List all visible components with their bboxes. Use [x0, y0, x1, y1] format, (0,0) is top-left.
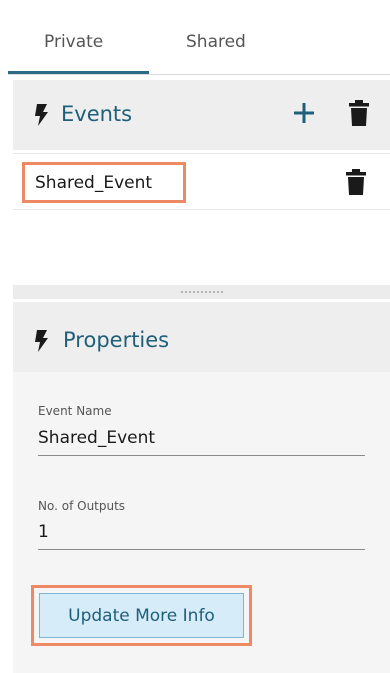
- outputs-underline: [38, 549, 365, 550]
- tab-shared[interactable]: Shared: [186, 32, 246, 52]
- trash-icon[interactable]: [349, 100, 369, 126]
- drag-handle-icon[interactable]: [180, 290, 224, 295]
- outputs-label: No. of Outputs: [38, 499, 126, 513]
- events-header: Events: [13, 80, 390, 150]
- event-name-underline: [38, 455, 365, 456]
- bolt-icon: [35, 330, 48, 352]
- event-list-item[interactable]: Shared_Event: [13, 153, 390, 210]
- trash-icon[interactable]: [346, 169, 366, 195]
- event-name-field[interactable]: Shared_Event: [38, 428, 155, 448]
- event-name-label: Event Name: [38, 404, 112, 418]
- update-more-info-button[interactable]: Update More Info: [39, 593, 244, 638]
- tab-bar: Private Shared: [0, 0, 390, 76]
- event-item-name: Shared_Event: [35, 173, 153, 193]
- tab-divider: [8, 74, 390, 75]
- plus-icon[interactable]: [293, 102, 315, 124]
- tab-private[interactable]: Private: [44, 32, 103, 52]
- properties-title: Properties: [63, 328, 170, 352]
- outputs-field[interactable]: 1: [38, 522, 49, 542]
- update-button-highlight: Update More Info: [31, 585, 252, 646]
- event-item-highlight[interactable]: Shared_Event: [22, 162, 186, 203]
- bolt-icon: [35, 104, 48, 126]
- events-title: Events: [61, 102, 133, 126]
- properties-header: Properties: [13, 302, 390, 372]
- panel-splitter[interactable]: [13, 285, 390, 299]
